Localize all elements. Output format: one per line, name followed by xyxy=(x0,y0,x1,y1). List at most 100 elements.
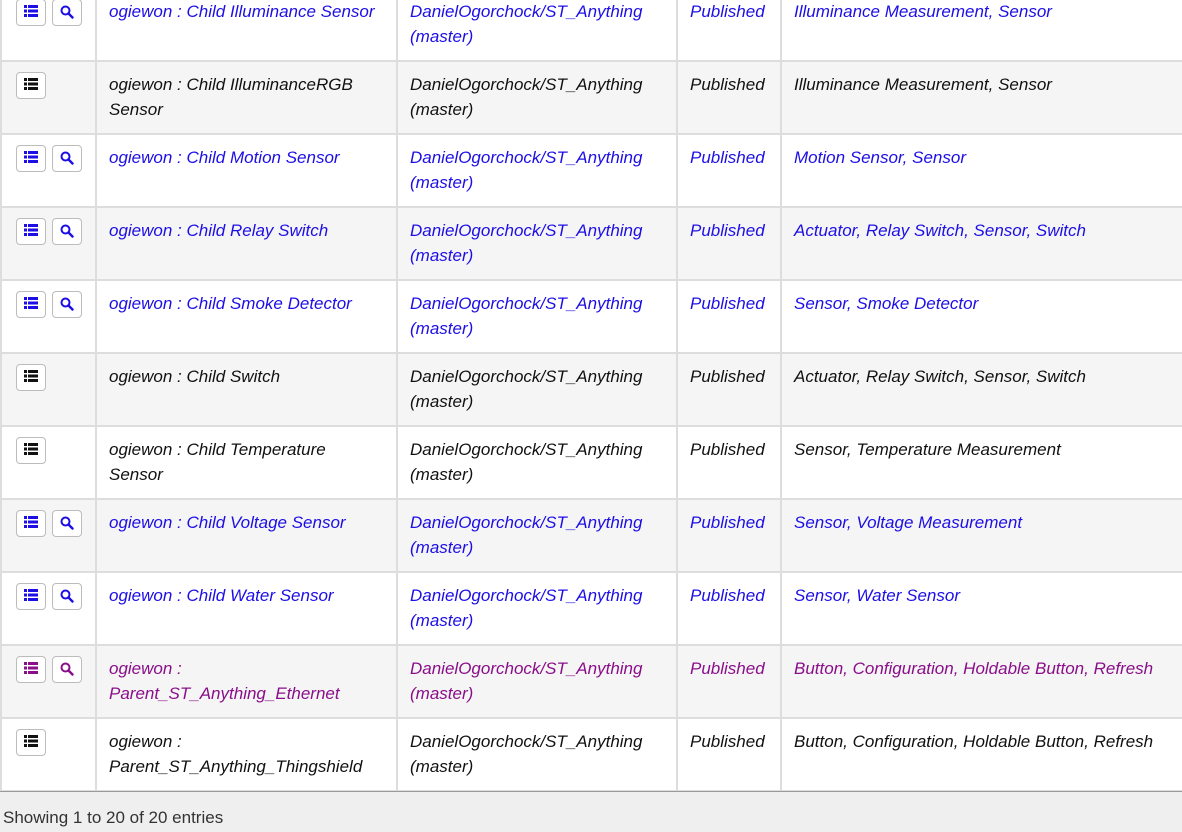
handler-name-link[interactable]: ogiewon : Child IlluminanceRGB Sensor xyxy=(109,75,353,119)
search-icon xyxy=(60,224,74,238)
handler-name-link[interactable]: ogiewon : Child Water Sensor xyxy=(109,586,334,605)
repo-cell[interactable]: DanielOgorchock/ST_Anything (master) xyxy=(396,0,678,62)
view-code-button[interactable] xyxy=(51,0,82,26)
repo-cell[interactable]: DanielOgorchock/ST_Anything (master) xyxy=(396,717,678,792)
list-button[interactable] xyxy=(16,583,46,610)
view-code-button[interactable] xyxy=(51,656,82,683)
search-icon xyxy=(60,589,74,603)
status-cell: Published xyxy=(676,425,782,500)
repository-link[interactable]: DanielOgorchock/ST_Anything (master) xyxy=(410,294,642,338)
list-button[interactable] xyxy=(16,0,46,26)
list-button[interactable] xyxy=(16,437,46,464)
name-cell[interactable]: ogiewon : Parent_ST_Anything_Thingshield xyxy=(95,717,398,792)
list-icon xyxy=(24,589,38,601)
actions-cell xyxy=(0,60,97,135)
capabilities-text: Illuminance Measurement, Sensor xyxy=(794,75,1052,94)
repo-cell[interactable]: DanielOgorchock/ST_Anything (master) xyxy=(396,133,678,208)
repo-cell[interactable]: DanielOgorchock/ST_Anything (master) xyxy=(396,425,678,500)
repository-link[interactable]: DanielOgorchock/ST_Anything (master) xyxy=(410,2,642,46)
view-code-button[interactable] xyxy=(51,218,82,245)
list-button[interactable] xyxy=(16,510,46,537)
table-row: ogiewon : Child IlluminanceRGB Sensor Da… xyxy=(0,60,1182,135)
capabilities-text: Actuator, Relay Switch, Sensor, Switch xyxy=(794,221,1086,240)
status-text: Published xyxy=(690,294,765,313)
handler-name-link[interactable]: ogiewon : Child Motion Sensor xyxy=(109,148,340,167)
table-row: ogiewon : Parent_ST_Anything_Ethernet Da… xyxy=(0,644,1182,719)
name-cell[interactable]: ogiewon : Child Motion Sensor xyxy=(95,133,398,208)
repository-link[interactable]: DanielOgorchock/ST_Anything (master) xyxy=(410,659,642,703)
capabilities-text: Sensor, Voltage Measurement xyxy=(794,513,1023,532)
device-handlers-table-wrap: ogiewon : Child Illuminance Sensor Danie… xyxy=(0,0,1182,792)
name-cell[interactable]: ogiewon : Child Temperature Sensor xyxy=(95,425,398,500)
status-cell: Published xyxy=(676,571,782,646)
repository-link[interactable]: DanielOgorchock/ST_Anything (master) xyxy=(410,513,642,557)
view-code-button[interactable] xyxy=(51,510,82,537)
repo-cell[interactable]: DanielOgorchock/ST_Anything (master) xyxy=(396,571,678,646)
list-button[interactable] xyxy=(16,145,46,172)
name-cell[interactable]: ogiewon : Child Relay Switch xyxy=(95,206,398,281)
name-cell[interactable]: ogiewon : Parent_ST_Anything_Ethernet xyxy=(95,644,398,719)
handler-name-link[interactable]: ogiewon : Child Temperature Sensor xyxy=(109,440,326,484)
actions-cell xyxy=(0,498,97,573)
status-cell: Published xyxy=(676,644,782,719)
handler-name-link[interactable]: ogiewon : Parent_ST_Anything_Thingshield xyxy=(109,732,362,776)
name-cell[interactable]: ogiewon : Child Voltage Sensor xyxy=(95,498,398,573)
capabilities-text: Sensor, Temperature Measurement xyxy=(794,440,1061,459)
status-text: Published xyxy=(690,221,765,240)
handler-name-link[interactable]: ogiewon : Child Voltage Sensor xyxy=(109,513,346,532)
repository-link[interactable]: DanielOgorchock/ST_Anything (master) xyxy=(410,732,642,776)
capabilities-cell: Sensor, Water Sensor xyxy=(780,571,1182,646)
name-cell[interactable]: ogiewon : Child IlluminanceRGB Sensor xyxy=(95,60,398,135)
list-button[interactable] xyxy=(16,729,46,756)
handler-name-link[interactable]: ogiewon : Child Relay Switch xyxy=(109,221,328,240)
repository-link[interactable]: DanielOgorchock/ST_Anything (master) xyxy=(410,148,642,192)
list-icon xyxy=(24,516,38,528)
repository-link[interactable]: DanielOgorchock/ST_Anything (master) xyxy=(410,586,642,630)
list-icon xyxy=(24,151,38,163)
view-code-button[interactable] xyxy=(51,145,82,172)
list-icon xyxy=(24,662,38,674)
list-button[interactable] xyxy=(16,72,46,99)
capabilities-text: Button, Configuration, Holdable Button, … xyxy=(794,659,1154,678)
repo-cell[interactable]: DanielOgorchock/ST_Anything (master) xyxy=(396,279,678,354)
list-button[interactable] xyxy=(16,218,46,245)
name-cell[interactable]: ogiewon : Child Smoke Detector xyxy=(95,279,398,354)
list-button[interactable] xyxy=(16,656,46,683)
handler-name-link[interactable]: ogiewon : Child Illuminance Sensor xyxy=(109,2,375,21)
repo-cell[interactable]: DanielOgorchock/ST_Anything (master) xyxy=(396,644,678,719)
handler-name-link[interactable]: ogiewon : Child Switch xyxy=(109,367,280,386)
table-footer: Showing 1 to 20 of 20 entries xyxy=(0,791,1182,832)
capabilities-cell: Button, Configuration, Holdable Button, … xyxy=(780,717,1182,792)
status-text: Published xyxy=(690,440,765,459)
table-row: ogiewon : Child Switch DanielOgorchock/S… xyxy=(0,352,1182,427)
status-cell: Published xyxy=(676,60,782,135)
table-row: ogiewon : Child Motion Sensor DanielOgor… xyxy=(0,133,1182,208)
repository-link[interactable]: DanielOgorchock/ST_Anything (master) xyxy=(410,367,642,411)
repo-cell[interactable]: DanielOgorchock/ST_Anything (master) xyxy=(396,206,678,281)
name-cell[interactable]: ogiewon : Child Water Sensor xyxy=(95,571,398,646)
repository-link[interactable]: DanielOgorchock/ST_Anything (master) xyxy=(410,221,642,265)
list-icon xyxy=(24,224,38,236)
view-code-button[interactable] xyxy=(51,583,82,610)
list-button[interactable] xyxy=(16,291,46,318)
repo-cell[interactable]: DanielOgorchock/ST_Anything (master) xyxy=(396,498,678,573)
handler-name-link[interactable]: ogiewon : Parent_ST_Anything_Ethernet xyxy=(109,659,340,703)
name-cell[interactable]: ogiewon : Child Illuminance Sensor xyxy=(95,0,398,62)
status-text: Published xyxy=(690,732,765,751)
repo-cell[interactable]: DanielOgorchock/ST_Anything (master) xyxy=(396,352,678,427)
list-button[interactable] xyxy=(16,364,46,391)
handler-name-link[interactable]: ogiewon : Child Smoke Detector xyxy=(109,294,352,313)
name-cell[interactable]: ogiewon : Child Switch xyxy=(95,352,398,427)
capabilities-text: Motion Sensor, Sensor xyxy=(794,148,966,167)
repository-link[interactable]: DanielOgorchock/ST_Anything (master) xyxy=(410,440,642,484)
repo-cell[interactable]: DanielOgorchock/ST_Anything (master) xyxy=(396,60,678,135)
device-handlers-table: ogiewon : Child Illuminance Sensor Danie… xyxy=(0,0,1182,792)
view-code-button[interactable] xyxy=(51,291,82,318)
search-icon xyxy=(60,297,74,311)
capabilities-text: Button, Configuration, Holdable Button, … xyxy=(794,732,1154,751)
table-row: ogiewon : Child Illuminance Sensor Danie… xyxy=(0,0,1182,62)
search-icon xyxy=(60,662,74,676)
list-icon xyxy=(24,78,38,90)
repository-link[interactable]: DanielOgorchock/ST_Anything (master) xyxy=(410,75,642,119)
table-row: ogiewon : Child Relay Switch DanielOgorc… xyxy=(0,206,1182,281)
